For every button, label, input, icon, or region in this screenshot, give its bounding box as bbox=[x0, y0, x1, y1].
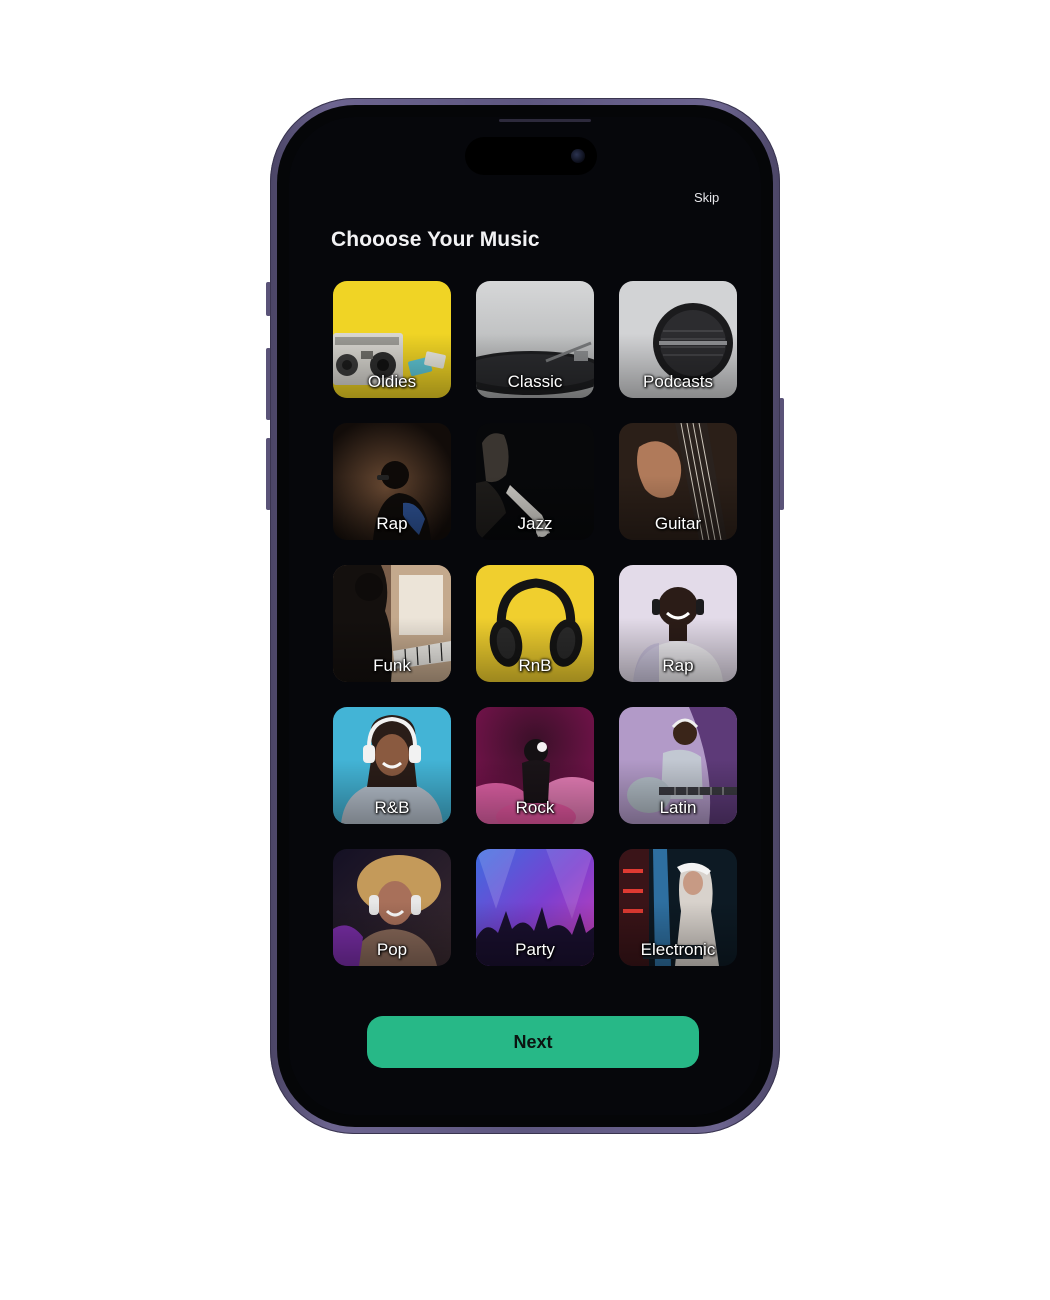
page-title: Chooose Your Music bbox=[331, 228, 540, 251]
genre-label: Latin bbox=[659, 798, 697, 817]
earpiece-speaker bbox=[499, 119, 591, 122]
genre-label: Rap bbox=[662, 656, 694, 675]
genre-tile-rap-2[interactable]: Rap bbox=[619, 565, 737, 682]
genre-tile-r-and-b[interactable]: R&B bbox=[333, 707, 451, 824]
app-screen: Skip Chooose Your Music Oldies Classic P… bbox=[289, 117, 761, 1115]
genre-label: Podcasts bbox=[643, 372, 713, 391]
genre-label: Rock bbox=[515, 798, 555, 817]
genre-tile-rock[interactable]: Rock bbox=[476, 707, 594, 824]
genre-label: Jazz bbox=[517, 514, 553, 533]
genre-tile-rap[interactable]: Rap bbox=[333, 423, 451, 540]
genre-label: Rap bbox=[376, 514, 408, 533]
genre-tile-rnb[interactable]: RnB bbox=[476, 565, 594, 682]
genre-tile-podcasts[interactable]: Podcasts bbox=[619, 281, 737, 398]
genre-grid: Oldies Classic Podcasts Rap Jazz Guitar … bbox=[333, 281, 737, 966]
genre-tile-oldies[interactable]: Oldies bbox=[333, 281, 451, 398]
genre-tile-pop[interactable]: Pop bbox=[333, 849, 451, 966]
genre-label: Classic bbox=[507, 372, 563, 391]
genre-tile-latin[interactable]: Latin bbox=[619, 707, 737, 824]
genre-tile-classic[interactable]: Classic bbox=[476, 281, 594, 398]
genre-label: Funk bbox=[373, 656, 411, 675]
genre-label: Party bbox=[515, 940, 555, 959]
genre-tile-jazz[interactable]: Jazz bbox=[476, 423, 594, 540]
phone-frame: Skip Chooose Your Music Oldies Classic P… bbox=[270, 98, 780, 1134]
phone-bezel: Skip Chooose Your Music Oldies Classic P… bbox=[277, 105, 773, 1127]
genre-label: RnB bbox=[518, 656, 552, 675]
front-camera-icon bbox=[571, 149, 585, 163]
skip-link[interactable]: Skip bbox=[694, 190, 719, 205]
genre-label: R&B bbox=[374, 798, 410, 817]
genre-label: Guitar bbox=[654, 514, 702, 533]
genre-label: Pop bbox=[376, 940, 408, 959]
genre-label: Electronic bbox=[640, 940, 716, 959]
genre-tile-electronic[interactable]: Electronic bbox=[619, 849, 737, 966]
dynamic-island bbox=[465, 137, 597, 175]
genre-label: Oldies bbox=[367, 372, 417, 391]
genre-tile-party[interactable]: Party bbox=[476, 849, 594, 966]
genre-tile-funk[interactable]: Funk bbox=[333, 565, 451, 682]
next-button[interactable]: Next bbox=[367, 1016, 699, 1068]
genre-tile-guitar[interactable]: Guitar bbox=[619, 423, 737, 540]
